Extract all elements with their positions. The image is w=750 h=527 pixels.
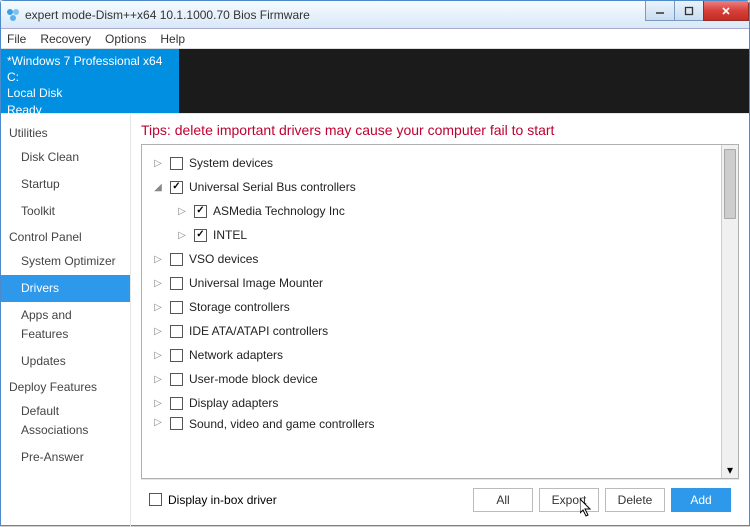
tree-node[interactable]: ▷ ASMedia Technology Inc (142, 199, 721, 223)
tree-node[interactable]: ▷ INTEL (142, 223, 721, 247)
sidebar-item-disk-clean[interactable]: Disk Clean (1, 144, 130, 171)
warning-tip: Tips: delete important drivers may cause… (141, 122, 739, 138)
sidebar-head-control-panel: Control Panel (1, 226, 130, 248)
session-info-panel[interactable]: *Windows 7 Professional x64 C: Local Dis… (1, 49, 179, 113)
close-button[interactable] (703, 1, 749, 21)
session-info-row: *Windows 7 Professional x64 C: Local Dis… (1, 49, 749, 113)
sidebar-head-deploy: Deploy Features (1, 376, 130, 398)
sidebar-item-default-associations[interactable]: Default Associations (1, 398, 130, 444)
tree-node-label: INTEL (213, 228, 247, 242)
sidebar: Utilities Disk Clean Startup Toolkit Con… (1, 114, 131, 527)
expand-icon[interactable]: ▷ (152, 398, 164, 409)
tree-node[interactable]: ◢ Universal Serial Bus controllers (142, 175, 721, 199)
menu-options[interactable]: Options (105, 32, 146, 46)
expand-icon[interactable]: ▷ (152, 278, 164, 289)
titlebar[interactable]: expert mode-Dism++x64 10.1.1000.70 Bios … (1, 1, 749, 29)
scroll-thumb[interactable] (724, 149, 736, 219)
tree-node-label: IDE ATA/ATAPI controllers (189, 324, 328, 338)
tree-checkbox[interactable] (170, 349, 183, 362)
tree-node[interactable]: ▷ Universal Image Mounter (142, 271, 721, 295)
tree-checkbox[interactable] (194, 229, 207, 242)
display-inbox-option[interactable]: Display in-box driver (149, 493, 277, 507)
menu-file[interactable]: File (7, 32, 26, 46)
minimize-button[interactable] (645, 1, 675, 21)
scrollbar[interactable]: ▴ ▾ (721, 145, 738, 478)
expand-icon[interactable]: ▷ (176, 206, 188, 217)
tree-checkbox[interactable] (170, 157, 183, 170)
expand-icon[interactable]: ▷ (152, 302, 164, 313)
tree-checkbox[interactable] (170, 301, 183, 314)
tree-node[interactable]: ▷ Storage controllers (142, 295, 721, 319)
all-button[interactable]: All (473, 488, 533, 512)
sidebar-head-utilities: Utilities (1, 122, 130, 144)
tree-node[interactable]: ▷ User-mode block device (142, 367, 721, 391)
window-buttons (646, 1, 749, 21)
sidebar-item-pre-answer[interactable]: Pre-Answer (1, 444, 130, 471)
delete-button[interactable]: Delete (605, 488, 665, 512)
body: Utilities Disk Clean Startup Toolkit Con… (1, 113, 749, 527)
sidebar-item-toolkit[interactable]: Toolkit (1, 198, 130, 225)
menubar: File Recovery Options Help (1, 29, 749, 49)
tree-node-label: Universal Image Mounter (189, 276, 323, 290)
app-window: expert mode-Dism++x64 10.1.1000.70 Bios … (0, 0, 750, 526)
tree-node-label: ASMedia Technology Inc (213, 204, 345, 218)
expand-icon[interactable]: ▷ (152, 417, 164, 428)
tree-node[interactable]: ▷ VSO devices (142, 247, 721, 271)
expand-icon[interactable]: ▷ (176, 230, 188, 241)
tree-node[interactable]: ▷ Sound, video and game controllers (142, 415, 721, 433)
session-os: *Windows 7 Professional x64 (7, 53, 173, 69)
sidebar-item-updates[interactable]: Updates (1, 348, 130, 375)
add-button[interactable]: Add (671, 488, 731, 512)
display-inbox-label: Display in-box driver (168, 493, 277, 507)
tree-node-label: Storage controllers (189, 300, 290, 314)
app-icon (5, 7, 21, 23)
tree-node-label: Universal Serial Bus controllers (189, 180, 356, 194)
session-dark-area (179, 49, 749, 113)
session-drive-name: Local Disk (7, 85, 173, 101)
tree-node-label: User-mode block device (189, 372, 318, 386)
tree-node-label: VSO devices (189, 252, 258, 266)
bottom-bar: Display in-box driver All Export Delete … (141, 479, 739, 519)
expand-icon[interactable]: ▷ (152, 254, 164, 265)
sidebar-item-system-optimizer[interactable]: System Optimizer (1, 248, 130, 275)
main-panel: Tips: delete important drivers may cause… (131, 114, 749, 527)
tree-checkbox[interactable] (170, 325, 183, 338)
menu-recovery[interactable]: Recovery (40, 32, 91, 46)
tree-checkbox[interactable] (170, 181, 183, 194)
tree-checkbox[interactable] (170, 373, 183, 386)
expand-icon[interactable]: ▷ (152, 326, 164, 337)
scroll-down-button[interactable]: ▾ (722, 461, 738, 478)
expand-icon[interactable]: ▷ (152, 158, 164, 169)
expand-icon[interactable]: ◢ (152, 182, 164, 193)
sidebar-item-startup[interactable]: Startup (1, 171, 130, 198)
export-button-label: Export (552, 493, 587, 507)
tree-node-label: Display adapters (189, 396, 278, 410)
menu-help[interactable]: Help (160, 32, 185, 46)
window-title: expert mode-Dism++x64 10.1.1000.70 Bios … (25, 8, 310, 22)
tree-checkbox[interactable] (170, 253, 183, 266)
display-inbox-checkbox[interactable] (149, 493, 162, 506)
driver-tree[interactable]: ▷ System devices ◢ Universal Serial Bus con… (142, 145, 721, 478)
sidebar-item-apps-features[interactable]: Apps and Features (1, 302, 130, 348)
expand-icon[interactable]: ▷ (152, 374, 164, 385)
maximize-button[interactable] (674, 1, 704, 21)
session-drive-letter: C: (7, 69, 173, 85)
tree-checkbox[interactable] (170, 277, 183, 290)
tree-node-label: Network adapters (189, 348, 283, 362)
tree-checkbox[interactable] (194, 205, 207, 218)
export-button[interactable]: Export (539, 488, 599, 512)
sidebar-item-drivers[interactable]: Drivers (1, 275, 130, 302)
tree-node[interactable]: ▷ Display adapters (142, 391, 721, 415)
expand-icon[interactable]: ▷ (152, 350, 164, 361)
tree-checkbox[interactable] (170, 417, 183, 430)
tree-node[interactable]: ▷ Network adapters (142, 343, 721, 367)
tree-node[interactable]: ▷ System devices (142, 151, 721, 175)
tree-node-label: Sound, video and game controllers (189, 417, 374, 431)
tree-node-label: System devices (189, 156, 273, 170)
tree-checkbox[interactable] (170, 397, 183, 410)
tree-node[interactable]: ▷ IDE ATA/ATAPI controllers (142, 319, 721, 343)
driver-tree-container: ▷ System devices ◢ Universal Serial Bus con… (141, 144, 739, 479)
